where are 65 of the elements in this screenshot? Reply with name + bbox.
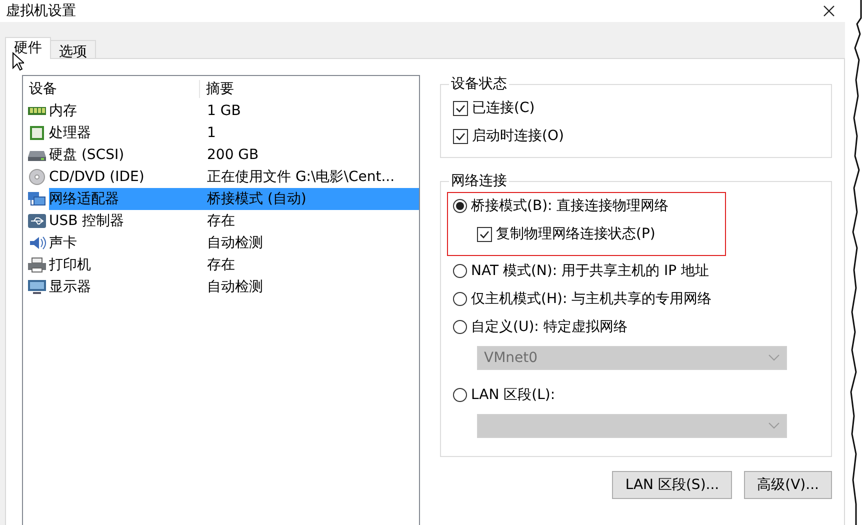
device-name: 内存: [49, 102, 78, 120]
device-name: 硬盘 (SCSI): [49, 146, 126, 164]
device-name: CD/DVD (IDE): [49, 169, 146, 185]
device-name: 网络适配器: [49, 190, 120, 208]
device-row[interactable]: USB 控制器 存在: [49, 210, 419, 232]
device-summary: 1 GB: [206, 103, 241, 119]
radio-button[interactable]: [453, 320, 467, 334]
device-row[interactable]: 硬盘 (SCSI) 200 GB: [49, 144, 419, 166]
window-title: 虚拟机设置: [6, 2, 76, 20]
device-row[interactable]: 显示器 自动检测: [49, 276, 419, 298]
device-summary: 自动检测: [206, 278, 263, 296]
device-summary: 桥接模式 (自动): [206, 190, 306, 208]
radio-label: 仅主机模式(H): 与主机共享的专用网络: [471, 290, 712, 308]
group-title: 设备状态: [450, 75, 508, 93]
radio-button[interactable]: [453, 199, 467, 213]
close-icon[interactable]: [823, 5, 835, 17]
radio-label: NAT 模式(N): 用于共享主机的 IP 地址: [471, 262, 709, 280]
device-name: 显示器: [49, 278, 92, 296]
cd-icon: [27, 169, 47, 185]
column-header: 摘要: [205, 80, 234, 98]
chevron-icon: [768, 422, 780, 430]
device-row[interactable]: CD/DVD (IDE) 正在使用文件 G:\电影\Cent...: [49, 166, 419, 188]
check-icon: [479, 228, 490, 240]
cpu-icon: [27, 125, 47, 141]
dialog-button[interactable]: LAN 区段(S)...: [612, 471, 732, 499]
checkbox[interactable]: [477, 226, 492, 242]
device-summary: 1: [206, 125, 216, 141]
sound-icon: [27, 235, 47, 251]
radio-button[interactable]: [453, 388, 467, 402]
dialog-button[interactable]: 高级(V)...: [744, 471, 832, 499]
tab[interactable]: 选项: [50, 40, 96, 58]
check-icon: [455, 130, 466, 142]
device-row[interactable]: 声卡 自动检测: [49, 232, 419, 254]
radio-label: LAN 区段(L):: [471, 386, 556, 404]
printer-icon: [27, 257, 47, 273]
device-name: 打印机: [49, 256, 92, 274]
device-row[interactable]: 内存 1 GB: [49, 100, 419, 122]
device-name: 处理器: [49, 124, 92, 142]
radio-label: 自定义(U): 特定虚拟网络: [471, 318, 628, 336]
checkbox-label: 复制物理网络连接状态(P): [496, 225, 656, 243]
checkbox[interactable]: [453, 128, 468, 144]
display-icon: [27, 279, 47, 295]
device-summary: 自动检测: [206, 234, 263, 252]
tab[interactable]: 硬件: [5, 37, 51, 59]
device-summary: 正在使用文件 G:\电影\Cent...: [206, 168, 395, 186]
device-name: USB 控制器: [49, 212, 126, 230]
check-icon: [455, 102, 466, 114]
checkbox-label: 启动时连接(O): [472, 127, 564, 145]
radio-label: 桥接模式(B): 直接连接物理网络: [471, 197, 669, 215]
checkbox[interactable]: [453, 100, 468, 116]
device-row[interactable]: 处理器 1: [49, 122, 419, 144]
device-summary: 200 GB: [206, 147, 259, 163]
device-summary: 存在: [206, 212, 235, 230]
network-icon: [27, 191, 47, 207]
checkbox-label: 已连接(C): [472, 99, 535, 117]
column-header: 设备: [23, 80, 200, 98]
group-title: 网络连接: [450, 172, 508, 190]
radio-button[interactable]: [453, 292, 467, 306]
usb-icon: [27, 213, 47, 229]
device-summary: 存在: [206, 256, 235, 274]
device-row[interactable]: 打印机 存在: [49, 254, 419, 276]
chevron-icon: [768, 354, 780, 362]
device-row[interactable]: 网络适配器 桥接模式 (自动): [49, 188, 419, 210]
device-name: 声卡: [49, 234, 78, 252]
radio-button[interactable]: [453, 264, 467, 278]
